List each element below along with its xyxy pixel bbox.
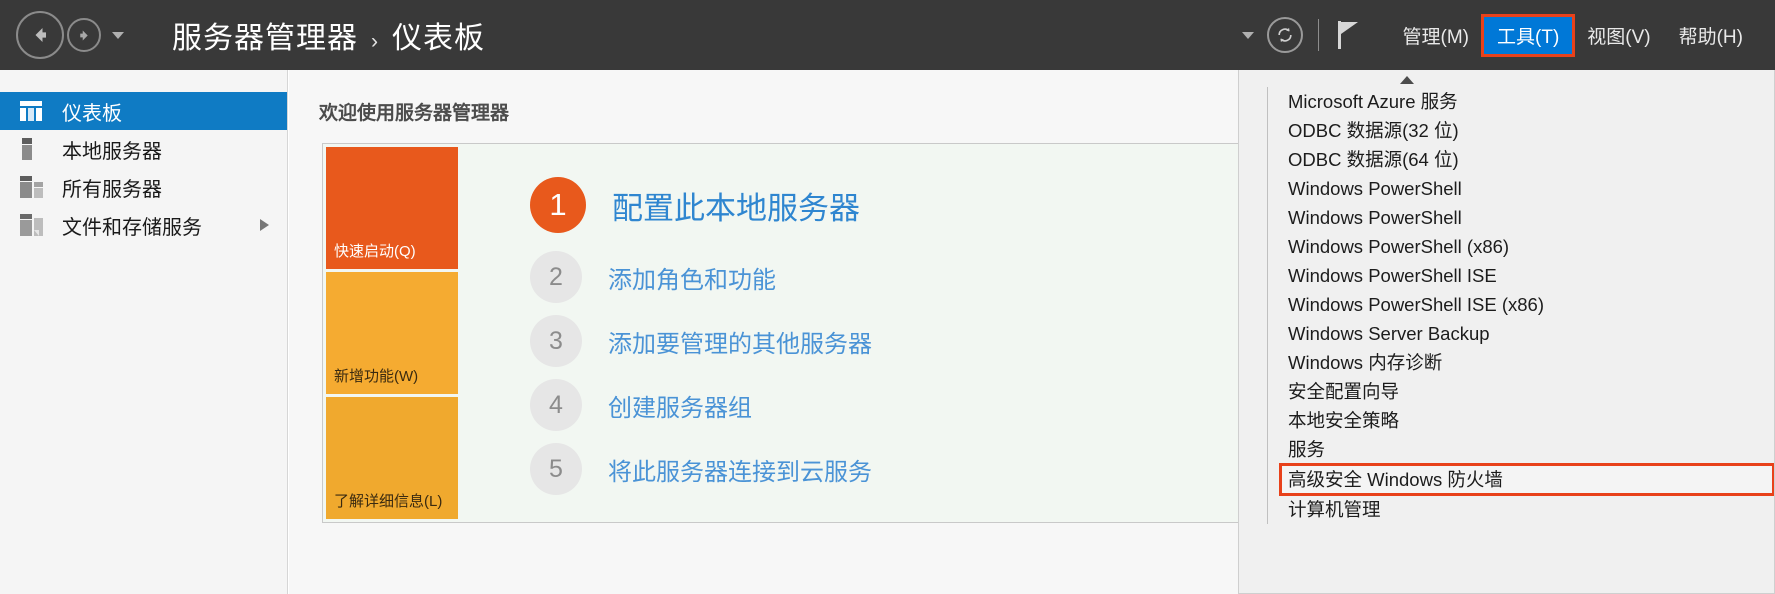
- tools-menu-item[interactable]: Windows PowerShell ISE (x86): [1280, 290, 1774, 319]
- navigation-controls: [16, 11, 124, 59]
- step-label[interactable]: 配置此本地服务器: [612, 183, 860, 228]
- sidebar-item-label: 本地服务器: [62, 140, 162, 163]
- tools-menu-item[interactable]: 服务: [1280, 435, 1774, 464]
- step-number: 2: [530, 251, 582, 303]
- refresh-icon[interactable]: [1266, 17, 1303, 53]
- sidebar-item-label: 仪表板: [62, 102, 122, 125]
- sidebar-item-local-server[interactable]: 本地服务器: [0, 130, 287, 168]
- menu-view[interactable]: 视图(V): [1573, 16, 1664, 55]
- menu-manage[interactable]: 管理(M): [1389, 16, 1483, 55]
- flag-icon[interactable]: [1333, 18, 1363, 52]
- tile-learn-more[interactable]: 了解详细信息(L): [326, 397, 458, 519]
- tools-menu-item-windows-firewall-advanced-security[interactable]: 高级安全 Windows 防火墙: [1279, 463, 1774, 496]
- tile-whats-new[interactable]: 新增功能(W): [326, 272, 458, 394]
- servers-stack-icon: [20, 176, 48, 198]
- step-number: 4: [530, 379, 582, 431]
- sidebar-item-file-and-storage-services[interactable]: 文件和存储服务: [0, 206, 287, 244]
- dashboard-grid-icon: [20, 101, 48, 121]
- step-label[interactable]: 添加要管理的其他服务器: [608, 324, 872, 359]
- breadcrumb: 服务器管理器 › 仪表板: [172, 13, 485, 57]
- toolbar-divider: [1317, 19, 1319, 51]
- tile-group: 快速启动(Q) 新增功能(W) 了解详细信息(L): [326, 147, 458, 519]
- tools-menu-item[interactable]: Microsoft Azure 服务: [1280, 87, 1774, 116]
- caret-up-icon: [1400, 76, 1414, 84]
- server-manager-window: 服务器管理器 › 仪表板 管理(M) 工具(T) 视图(V) 帮助(H) 仪表板…: [0, 0, 1775, 594]
- title-bar: 服务器管理器 › 仪表板 管理(M) 工具(T) 视图(V) 帮助(H): [0, 0, 1775, 70]
- step-label[interactable]: 添加角色和功能: [608, 260, 776, 295]
- server-icon: [20, 138, 48, 160]
- step-number: 5: [530, 443, 582, 495]
- menu-help[interactable]: 帮助(H): [1665, 16, 1757, 55]
- sidebar-item-label: 文件和存储服务: [62, 216, 202, 239]
- chevron-down-icon[interactable]: [1241, 31, 1254, 39]
- tools-menu-item[interactable]: 本地安全策略: [1280, 406, 1774, 435]
- tools-menu-item[interactable]: Windows PowerShell (x86): [1280, 232, 1774, 261]
- tools-menu-item[interactable]: 安全配置向导: [1280, 377, 1774, 406]
- file-storage-icon: [20, 214, 48, 236]
- tile-quick-start[interactable]: 快速启动(Q): [326, 147, 458, 269]
- tools-menu-item[interactable]: 计算机管理: [1280, 495, 1774, 524]
- tools-dropdown-menu: Microsoft Azure 服务 ODBC 数据源(32 位) ODBC 数…: [1238, 70, 1775, 594]
- step-number: 3: [530, 315, 582, 367]
- breadcrumb-current: 仪表板: [392, 22, 485, 55]
- step-label[interactable]: 将此服务器连接到云服务: [608, 452, 872, 487]
- tools-menu-list: Microsoft Azure 服务 ODBC 数据源(32 位) ODBC 数…: [1267, 87, 1774, 524]
- sidebar-top-spacer: [0, 70, 287, 92]
- title-bar-right: 管理(M) 工具(T) 视图(V) 帮助(H): [1241, 0, 1775, 70]
- arrow-right-icon[interactable]: [67, 18, 101, 52]
- breadcrumb-root[interactable]: 服务器管理器: [172, 13, 358, 57]
- sidebar-item-label: 所有服务器: [62, 178, 162, 201]
- tile-label: 快速启动(Q): [334, 243, 416, 260]
- chevron-down-icon[interactable]: [112, 31, 124, 39]
- breadcrumb-separator: ›: [371, 30, 379, 53]
- sidebar: 仪表板 本地服务器 所有服务器 文件和存储服务: [0, 70, 288, 594]
- tools-menu-item[interactable]: Windows PowerShell ISE: [1280, 261, 1774, 290]
- arrow-left-icon[interactable]: [16, 11, 64, 59]
- tile-label: 新增功能(W): [334, 368, 419, 385]
- tools-menu-item[interactable]: Windows 内存诊断: [1280, 348, 1774, 377]
- step-number: 1: [530, 177, 586, 233]
- tools-menu-item[interactable]: ODBC 数据源(32 位): [1280, 116, 1774, 145]
- sidebar-item-dashboard[interactable]: 仪表板: [0, 92, 287, 130]
- step-label[interactable]: 创建服务器组: [608, 388, 752, 423]
- tools-menu-item[interactable]: Windows PowerShell: [1280, 203, 1774, 232]
- tools-menu-item[interactable]: Windows PowerShell: [1280, 174, 1774, 203]
- tile-label: 了解详细信息(L): [334, 493, 443, 510]
- tools-menu-item[interactable]: Windows Server Backup: [1280, 319, 1774, 348]
- menu-tools[interactable]: 工具(T): [1481, 13, 1576, 57]
- sidebar-item-all-servers[interactable]: 所有服务器: [0, 168, 287, 206]
- tools-menu-item[interactable]: ODBC 数据源(64 位): [1280, 145, 1774, 174]
- chevron-right-icon[interactable]: [260, 219, 269, 231]
